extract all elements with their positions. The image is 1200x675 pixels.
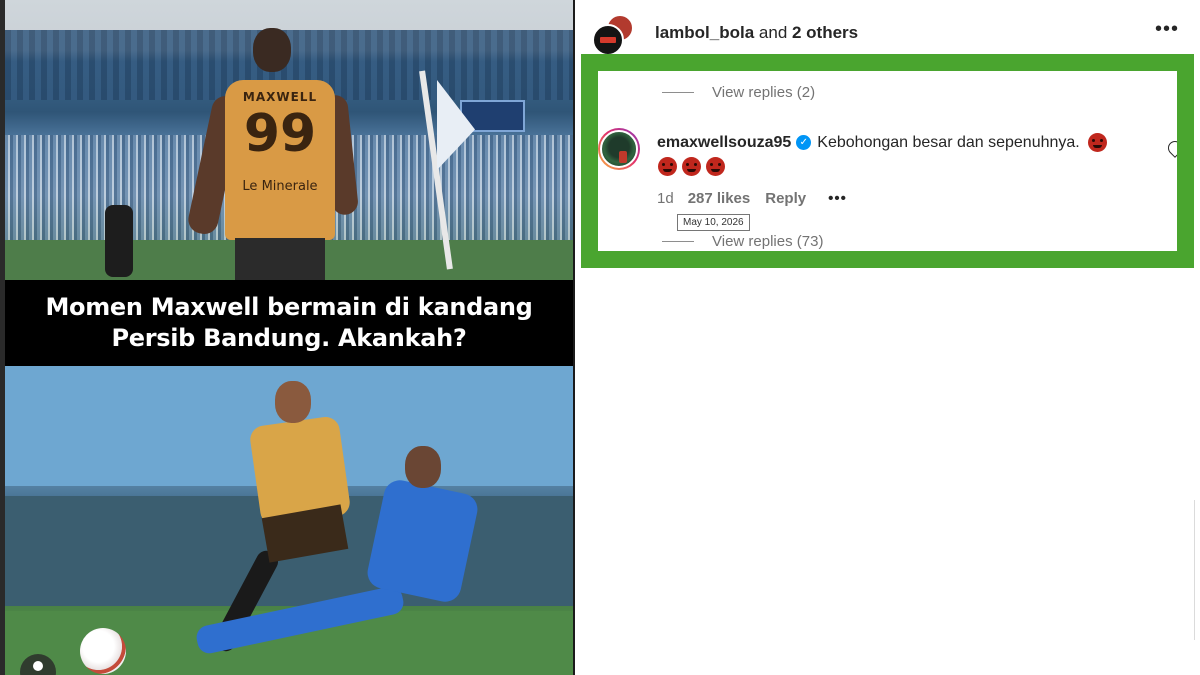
comment-likes[interactable]: 287 likes bbox=[688, 190, 751, 207]
referee-figure bbox=[105, 205, 133, 277]
comment-body: emaxwellsouza95 ✓ Kebohongan besar dan s… bbox=[657, 133, 1107, 152]
caption-band: Momen Maxwell bermain di kandang Persib … bbox=[5, 280, 573, 366]
scrollbar-edge bbox=[1194, 500, 1200, 640]
others-link[interactable]: 2 others bbox=[792, 23, 858, 42]
view-replies-bottom[interactable]: View replies (73) bbox=[662, 233, 823, 250]
caption-line-1: Momen Maxwell bermain di kandang bbox=[45, 293, 533, 321]
comment-emoji-row bbox=[658, 157, 725, 176]
angry-face-emoji-icon bbox=[706, 157, 725, 176]
jersey-name: MAXWELL bbox=[242, 90, 318, 104]
comment-meta: 1d 287 likes Reply ••• bbox=[657, 190, 847, 207]
commenter-username[interactable]: emaxwellsouza95 bbox=[657, 134, 791, 152]
comment-section: View replies (2) emaxwellsouza95 ✓ Keboh… bbox=[598, 71, 1177, 251]
player-blue-kit bbox=[194, 436, 515, 666]
jersey-sponsor: Le Minerale bbox=[242, 179, 318, 194]
post-authors: lambol_bola and 2 others bbox=[655, 23, 858, 43]
reply-button[interactable]: Reply bbox=[765, 190, 806, 207]
comment-options-icon[interactable]: ••• bbox=[828, 190, 847, 207]
commenter-avatar[interactable] bbox=[598, 128, 640, 170]
angry-face-emoji-icon bbox=[658, 157, 677, 176]
comment-text: Kebohongan besar dan sepenuhnya. bbox=[817, 133, 1080, 151]
like-heart-icon[interactable] bbox=[1165, 138, 1177, 158]
verified-badge-icon: ✓ bbox=[796, 135, 812, 150]
logo-icon bbox=[600, 37, 616, 43]
football bbox=[80, 628, 126, 674]
view-replies-bottom-label: View replies (73) bbox=[712, 233, 824, 250]
post-media[interactable]: MAXWELL 99 Le Minerale Momen Maxwell ber… bbox=[0, 0, 575, 675]
photo-stadium: MAXWELL 99 Le Minerale bbox=[5, 0, 573, 280]
comment-time[interactable]: 1d bbox=[657, 190, 674, 207]
player-maxwell-back: MAXWELL 99 Le Minerale bbox=[185, 20, 360, 280]
replies-divider bbox=[662, 241, 694, 242]
author-username[interactable]: lambol_bola bbox=[655, 23, 754, 42]
replies-divider bbox=[662, 92, 694, 93]
avatar-lambol-bola bbox=[592, 24, 624, 56]
user-icon bbox=[33, 661, 43, 671]
view-replies-top-label: View replies (2) bbox=[712, 84, 816, 101]
angry-face-emoji-icon bbox=[1087, 133, 1107, 152]
photo-match-action bbox=[5, 366, 573, 675]
view-replies-top[interactable]: View replies (2) bbox=[662, 84, 815, 101]
jersey-number: 99 bbox=[243, 104, 317, 164]
collab-avatars[interactable] bbox=[592, 14, 638, 56]
caption-line-2: Persib Bandung. Akankah? bbox=[111, 324, 467, 352]
angry-face-emoji-icon bbox=[682, 157, 701, 176]
author-connector: and bbox=[754, 23, 792, 42]
date-tooltip: May 10, 2026 bbox=[677, 214, 750, 231]
more-options-icon[interactable]: ••• bbox=[1155, 18, 1179, 41]
